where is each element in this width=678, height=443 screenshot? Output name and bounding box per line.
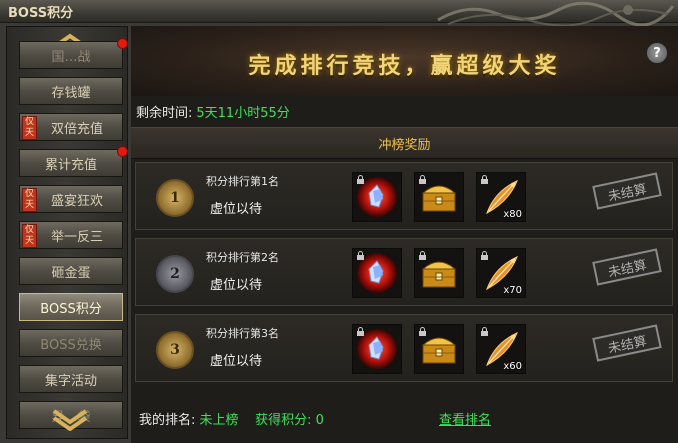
- reward-count: x70: [503, 285, 522, 296]
- section-title: 冲榜奖励: [378, 138, 431, 153]
- lock-icon: [419, 175, 426, 184]
- scroll-down-chevron-icon[interactable]: [51, 409, 89, 431]
- sidebar-item[interactable]: BOSS积分: [19, 293, 123, 321]
- reward-count: x60: [503, 361, 522, 372]
- lock-icon: [481, 175, 488, 184]
- lock-icon: [481, 251, 488, 260]
- rank-title: 积分排行第2名: [206, 251, 279, 264]
- sidebar-item[interactable]: 仅天 双倍充值: [19, 113, 123, 141]
- lock-icon: [419, 327, 426, 336]
- sidebar-item-label: 存钱罐: [51, 85, 91, 101]
- sidebar-item[interactable]: 砸金蛋: [19, 257, 123, 285]
- sidebar-item-label: 集字活动: [44, 373, 97, 389]
- feather-icon[interactable]: x60: [476, 324, 526, 374]
- sidebar-item[interactable]: BOSS兑换: [19, 329, 123, 357]
- sidebar-item-label: 砸金蛋: [51, 265, 91, 281]
- sidebar-item[interactable]: 国…战: [19, 38, 128, 69]
- rank-row: 3 积分排行第3名虚位以待 未结算 x60: [135, 314, 673, 382]
- banner-slogan: 完成排行竞技，赢超级大奖: [248, 53, 561, 79]
- main-panel: 完成排行竞技，赢超级大奖 ? 剩余时间: 5天11小时55分 冲榜奖励 1 积分排行…: [131, 26, 678, 443]
- unsettled-stamp: 未结算: [592, 172, 662, 210]
- red-orb-crystal-icon[interactable]: [352, 172, 402, 222]
- banner: 完成排行竞技，赢超级大奖 ?: [131, 26, 678, 96]
- sidebar-item-label: BOSS兑换: [40, 337, 102, 353]
- lock-icon: [357, 251, 364, 260]
- sidebar-item[interactable]: 仅天 举一反三: [19, 221, 123, 249]
- sidebar-item[interactable]: 集字活动: [19, 365, 123, 393]
- red-orb-crystal-icon[interactable]: [352, 324, 402, 374]
- rank-title: 积分排行第3名: [206, 327, 279, 340]
- red-orb-crystal-icon[interactable]: [352, 248, 402, 298]
- sidebar-item-label: 盛宴狂欢: [50, 193, 103, 209]
- sidebar-item-label: 累计充值: [44, 157, 97, 173]
- rank-medal-icon: 3: [156, 331, 194, 369]
- rank-holder: 虚位以待: [210, 354, 263, 369]
- footer-status: 我的排名: 未上榜 获得积分: 0: [139, 409, 324, 428]
- my-rank-label: 我的排名:: [139, 413, 196, 428]
- rank-medal-icon: 1: [156, 179, 194, 217]
- lock-icon: [419, 251, 426, 260]
- window-title: BOSS积分: [8, 6, 74, 21]
- section-header: 冲榜奖励: [131, 127, 678, 159]
- sidebar-item[interactable]: 存钱罐: [19, 77, 123, 105]
- remaining-time-value: 5天11小时55分: [196, 106, 290, 121]
- feather-icon[interactable]: x80: [476, 172, 526, 222]
- unsettled-stamp: 未结算: [592, 324, 662, 362]
- gold-chest-icon[interactable]: [414, 248, 464, 298]
- remaining-time-label: 剩余时间:: [136, 106, 193, 121]
- sidebar-item[interactable]: 仅天 盛宴狂欢: [19, 185, 123, 213]
- lock-icon: [357, 327, 364, 336]
- rank-row: 1 积分排行第1名虚位以待 未结算 x80: [135, 162, 673, 230]
- gold-chest-icon[interactable]: [414, 324, 464, 374]
- points-label: 获得积分:: [255, 413, 312, 428]
- limited-tag: 仅天: [22, 188, 37, 212]
- view-rank-link[interactable]: 查看排名: [439, 409, 491, 428]
- sidebar: 国…战 存钱罐 仅天 双倍充值 累计充值 仅天 盛宴狂欢 仅天 举一反三 砸金蛋 BOSS积分 BOS…: [6, 26, 128, 439]
- unsettled-stamp: 未结算: [592, 248, 662, 286]
- sidebar-item-label: 双倍充值: [50, 121, 103, 137]
- rank-title: 积分排行第1名: [206, 175, 279, 188]
- reward-count: x80: [503, 209, 522, 220]
- sidebar-item-label: 举一反三: [50, 229, 103, 245]
- notification-dot-icon: [117, 38, 128, 49]
- points-value: 0: [315, 413, 324, 428]
- gold-chest-icon[interactable]: [414, 172, 464, 222]
- sidebar-item-label: 国…战: [51, 49, 91, 65]
- limited-tag: 仅天: [22, 224, 37, 248]
- help-button[interactable]: ?: [646, 42, 668, 64]
- dragon-ornament-icon: [437, 1, 675, 26]
- notification-dot-icon: [117, 146, 128, 157]
- title-bar[interactable]: BOSS积分: [0, 0, 678, 26]
- rank-medal-icon: 2: [156, 255, 194, 293]
- rank-row: 2 积分排行第2名虚位以待 未结算 x70: [135, 238, 673, 306]
- sidebar-item-label: BOSS积分: [40, 301, 102, 317]
- lock-icon: [357, 175, 364, 184]
- rank-holder: 虚位以待: [210, 202, 263, 217]
- boss-points-window: BOSS积分 国…战 存钱罐 仅天 双倍充值 累计充值 仅天 盛宴狂欢 仅天 举一反三 砸金蛋 BO…: [0, 0, 678, 443]
- my-rank-value: 未上榜: [199, 413, 239, 428]
- remaining-time: 剩余时间: 5天11小时55分: [136, 102, 290, 121]
- feather-icon[interactable]: x70: [476, 248, 526, 298]
- lock-icon: [481, 327, 488, 336]
- sidebar-item[interactable]: 累计充值: [19, 146, 128, 177]
- limited-tag: 仅天: [22, 116, 37, 140]
- rank-holder: 虚位以待: [210, 278, 263, 293]
